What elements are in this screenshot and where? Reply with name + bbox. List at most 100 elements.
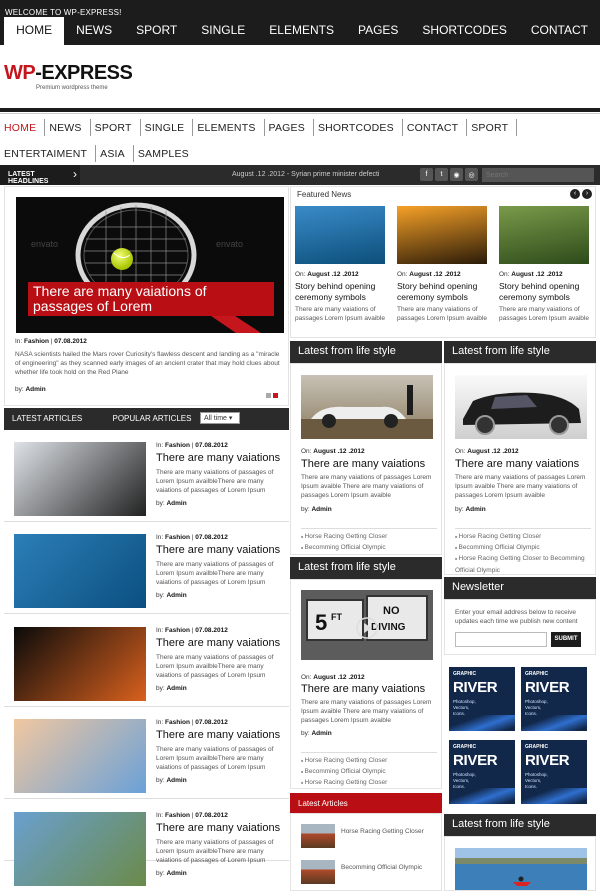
graphicriver-ad[interactable]: GRAPHICRIVERPhotoshop,Vectors,Icons,and … (521, 740, 587, 804)
menu-entertaiment[interactable]: ENTERTAIMENT (0, 145, 97, 162)
graphicriver-ad[interactable]: GRAPHICRIVERPhotoshop,Vectors,Icons,and … (449, 740, 515, 804)
latest-article-link[interactable]: Becomming Official Olympic (341, 863, 422, 872)
life-style-post-title-2[interactable]: There are many vaiations (301, 683, 425, 695)
menu-single[interactable]: SINGLE (141, 119, 194, 136)
article-category[interactable]: Fashion (165, 719, 190, 726)
menu-shortcodes[interactable]: SHORTCODES (314, 119, 403, 136)
tab-popular-articles[interactable]: POPULAR ARTICLES (112, 414, 191, 423)
author-name[interactable]: Admin (311, 506, 331, 513)
latest-article-thumb[interactable] (301, 824, 335, 848)
by-label: by: (15, 386, 24, 393)
article-title[interactable]: There are many vaiations (156, 822, 280, 834)
life-style-image-3[interactable] (455, 375, 587, 439)
menu-pages[interactable]: PAGES (265, 119, 314, 136)
life-style-links-1: Horse Racing Getting Closer Becomming Of… (301, 528, 437, 553)
featured-news-title-link[interactable]: Story behind opening ceremony symbols (295, 281, 389, 303)
article-thumbnail[interactable] (14, 812, 146, 886)
tab-latest-articles[interactable]: LATEST ARTICLES (12, 414, 82, 423)
author-name[interactable]: Admin (465, 506, 485, 513)
link-item[interactable]: Horse Racing Getting Closer to Becomming… (455, 553, 591, 575)
twitter-icon[interactable]: t (435, 168, 448, 181)
link-item[interactable]: Horse Racing Getting Closer (455, 531, 591, 542)
author-name[interactable]: Admin (166, 592, 186, 599)
latest-article-thumb[interactable] (301, 860, 335, 884)
main-menu: HOME NEWS SPORT SINGLE ELEMENTS PAGES SH… (0, 118, 600, 170)
facebook-icon[interactable]: f (420, 168, 433, 181)
menu-sport-2[interactable]: SPORT (467, 119, 518, 136)
life-style-box-3: On: August .12 .2012 There are many vaia… (444, 363, 596, 575)
latest-articles-box-title: Latest Articles (290, 793, 442, 813)
author-name[interactable]: Admin (166, 777, 186, 784)
topnav-single[interactable]: SINGLE (189, 17, 257, 45)
featured-caption[interactable]: There are many vaiations of passages of … (28, 282, 274, 316)
life-style-post-title-3[interactable]: There are many vaiations (455, 458, 579, 470)
article-date: 07.08.2012 (195, 442, 228, 449)
link-item[interactable]: Horse Racing Getting Closer (301, 777, 437, 788)
graphicriver-ad[interactable]: GRAPHICRIVERPhotoshop,Vectors,Icons,and … (521, 667, 587, 731)
dribbble-icon[interactable]: ◎ (465, 168, 478, 181)
slider-dot[interactable] (266, 393, 271, 398)
link-item[interactable]: Becomming Official Olympic (301, 542, 437, 553)
menu-elements[interactable]: ELEMENTS (193, 119, 265, 136)
article-title[interactable]: There are many vaiations (156, 729, 280, 741)
article-category[interactable]: Fashion (165, 534, 190, 541)
life-style-image-4[interactable] (455, 848, 587, 891)
featured-news-title-link[interactable]: Story behind opening ceremony symbols (397, 281, 491, 303)
topnav-news[interactable]: NEWS (64, 17, 124, 45)
menu-news[interactable]: NEWS (45, 119, 91, 136)
life-style-image-1[interactable] (301, 375, 433, 439)
article-category[interactable]: Fashion (165, 627, 190, 634)
article-thumbnail[interactable] (14, 442, 146, 516)
rss-icon[interactable]: ◉ (450, 168, 463, 181)
link-item[interactable]: Becomming Official Olympic (455, 542, 591, 553)
author-name[interactable]: Admin (166, 500, 186, 507)
author-name[interactable]: Admin (166, 685, 186, 692)
featured-news-title-link[interactable]: Story behind opening ceremony symbols (499, 281, 593, 303)
article-title[interactable]: There are many vaiations (156, 452, 280, 464)
site-logo[interactable]: WP-EXPRESS (4, 62, 133, 85)
menu-sport[interactable]: SPORT (91, 119, 141, 136)
article-title[interactable]: There are many vaiations (156, 637, 280, 649)
author-name[interactable]: Admin (25, 386, 45, 393)
latest-article-link[interactable]: Horse Racing Getting Closer (341, 827, 424, 836)
meta-date: 07.08.2012 (54, 338, 87, 345)
topnav-contact[interactable]: CONTACT (519, 17, 600, 45)
featured-news-thumb[interactable] (499, 206, 589, 264)
life-style-image-2[interactable]: 5 FT NO DIVING (301, 590, 433, 660)
topnav-shortcodes[interactable]: SHORTCODES (410, 17, 518, 45)
featured-news-thumb[interactable] (397, 206, 487, 264)
featured-news-thumb[interactable] (295, 206, 385, 264)
search-input[interactable] (482, 168, 594, 182)
meta-category[interactable]: Fashion (24, 338, 49, 345)
prev-arrow-icon[interactable]: ‹ (570, 189, 580, 199)
article-thumbnail[interactable] (14, 627, 146, 701)
time-filter-select[interactable]: All time ▾ (200, 412, 240, 424)
article-title[interactable]: There are many vaiations (156, 544, 280, 556)
topnav-sport[interactable]: SPORT (124, 17, 189, 45)
graphicriver-ad[interactable]: GRAPHICRIVERPhotoshop,Vectors,Icons,and … (449, 667, 515, 731)
life-style-post-title-1[interactable]: There are many vaiations (301, 458, 425, 470)
author-name[interactable]: Admin (166, 870, 186, 877)
topnav-pages[interactable]: PAGES (346, 17, 410, 45)
newsletter-email-input[interactable] (455, 632, 547, 647)
menu-home[interactable]: HOME (0, 119, 46, 136)
logo-part-a: WP (4, 62, 36, 84)
link-item[interactable]: Horse Racing Getting Closer (301, 755, 437, 766)
article-thumbnail[interactable] (14, 534, 146, 608)
news-ticker[interactable]: August .12 .2012 - Syrian prime minister… (232, 171, 379, 178)
menu-samples[interactable]: SAMPLES (134, 145, 197, 162)
slider-dot-active[interactable] (273, 393, 278, 398)
link-item[interactable]: Becomming Official Olympic (301, 766, 437, 777)
link-item[interactable]: Horse Racing Getting Closer (301, 531, 437, 542)
article-category[interactable]: Fashion (165, 812, 190, 819)
article-thumbnail[interactable] (14, 719, 146, 793)
site-tagline: Premium wordpress theme (36, 85, 108, 91)
article-category[interactable]: Fashion (165, 442, 190, 449)
topnav-home[interactable]: HOME (4, 17, 65, 45)
newsletter-submit-button[interactable]: SUBMIT (551, 632, 581, 647)
menu-asia[interactable]: ASIA (96, 145, 134, 162)
menu-contact[interactable]: CONTACT (403, 119, 468, 136)
author-name[interactable]: Admin (311, 730, 331, 737)
topnav-elements[interactable]: ELEMENTS (257, 17, 346, 45)
next-arrow-icon[interactable]: › (582, 189, 592, 199)
